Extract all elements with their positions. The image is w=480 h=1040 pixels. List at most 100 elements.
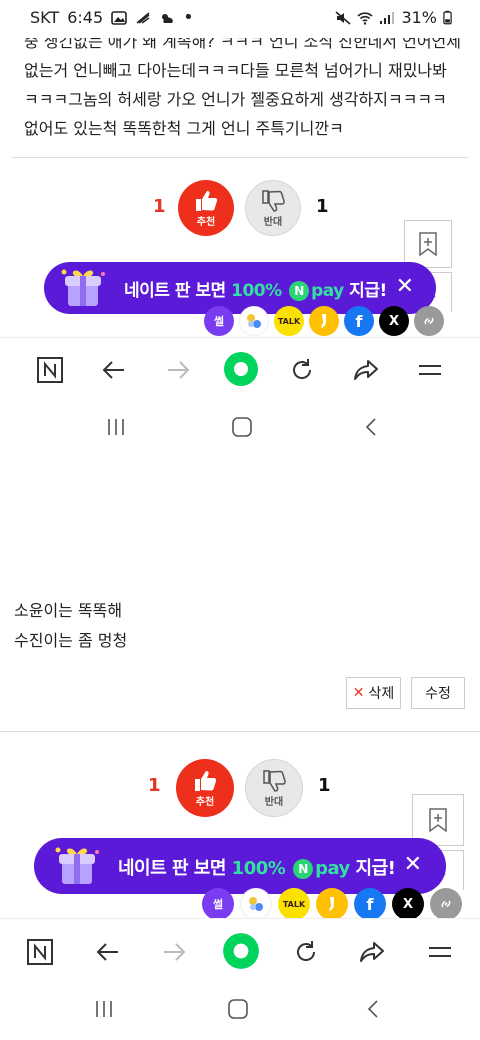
share-row: 썰 TALK f X <box>204 306 444 336</box>
band-share-button[interactable] <box>239 306 269 336</box>
menu-button[interactable] <box>414 354 446 386</box>
facebook-share-button[interactable]: f <box>344 306 374 336</box>
share-arrow-icon <box>354 360 378 380</box>
npay-logo-icon: N <box>293 859 314 879</box>
comment-line: 수진이는 좀 멍청 <box>14 631 128 650</box>
dislike-count: 1 <box>316 196 329 217</box>
band-icon <box>247 314 261 328</box>
share-button[interactable] <box>350 354 382 386</box>
comment-body: 중 생긴없는 애가 왜 계속해? ㅋㅋㅋ 언니 소식 진한데서 언어언제 없는거… <box>24 38 464 138</box>
comment-line: ㅋㅋㅋ그놈의 허세랑 가오 언니가 젤중요하게 생각하지ㅋㅋㅋㅋ <box>24 90 447 109</box>
gallery-icon <box>111 10 127 25</box>
comment-line: 없어도 있는척 똑똑한척 그게 언니 주특기니깐ㅋ <box>24 119 344 138</box>
kakaostory-icon <box>329 897 334 911</box>
system-nav-bar <box>0 984 480 1034</box>
x-share-button[interactable]: X <box>379 306 409 336</box>
kakaotalk-share-button[interactable]: TALK <box>274 306 304 336</box>
battery-icon <box>443 10 452 25</box>
share-row: 썰 TALK f X <box>202 888 462 920</box>
refresh-button[interactable] <box>290 936 322 968</box>
like-label: 추천 <box>196 216 216 228</box>
recent-apps-icon[interactable] <box>104 416 128 438</box>
back-nav-icon[interactable] <box>362 998 386 1020</box>
banner-text: 네이트 판 보면 100% Npay 지급! <box>124 281 387 301</box>
dot-icon: • <box>183 6 194 28</box>
divider <box>0 731 480 732</box>
arrow-right-icon <box>168 361 190 379</box>
like-button[interactable]: 추천 <box>176 759 234 817</box>
green-dot-button[interactable] <box>221 931 261 971</box>
home-icon[interactable] <box>226 998 250 1020</box>
hamburger-icon <box>419 365 441 375</box>
thumbs-down-icon <box>263 769 286 792</box>
banner-close-button[interactable]: ✕ <box>396 274 414 299</box>
bookmark-add-icon <box>429 808 447 833</box>
link-copy-button[interactable] <box>430 888 462 920</box>
edit-button[interactable]: 수정 <box>411 677 465 709</box>
band-share-button[interactable] <box>240 888 272 920</box>
back-button[interactable] <box>92 936 124 968</box>
thumbs-up-icon <box>195 770 217 791</box>
arrow-left-icon <box>102 361 124 379</box>
forward-button[interactable] <box>158 936 190 968</box>
share-arrow-icon <box>360 942 384 962</box>
comment-line: 없는거 언니빼고 다아는데ㅋㅋㅋ다들 모른척 넘어가니 재밌나봐 <box>24 61 447 80</box>
npay-promo-banner[interactable]: 네이트 판 보면 100% Npay 지급! ✕ <box>34 838 446 894</box>
kakaotalk-share-button[interactable]: TALK <box>278 888 310 920</box>
menu-button[interactable] <box>424 936 456 968</box>
refresh-icon <box>293 359 312 379</box>
dislike-label: 반대 <box>263 216 283 228</box>
share-button[interactable] <box>356 936 388 968</box>
home-icon[interactable] <box>230 416 254 438</box>
bookmark-button[interactable] <box>404 220 452 268</box>
arrow-left-icon <box>96 943 118 961</box>
naver-home-button[interactable] <box>24 936 56 968</box>
dislike-label: 반대 <box>264 796 284 808</box>
naver-n-icon <box>27 939 53 965</box>
ssul-share-button[interactable]: 썰 <box>202 888 234 920</box>
kakaostory-share-button[interactable] <box>309 306 339 336</box>
gift-box-icon <box>55 847 99 884</box>
dislike-count: 1 <box>318 775 331 796</box>
ssul-share-button[interactable]: 썰 <box>204 306 234 336</box>
wifi-icon <box>357 11 373 25</box>
arrow-right-icon <box>164 943 186 961</box>
link-copy-button[interactable] <box>414 306 444 336</box>
browser-toolbar <box>0 337 480 401</box>
banner-text: 네이트 판 보면 100% Npay 지급! <box>118 858 396 879</box>
naver-home-button[interactable] <box>34 354 66 386</box>
back-button[interactable] <box>98 354 130 386</box>
battery-percent: 31% <box>401 8 437 27</box>
like-label: 추천 <box>195 796 215 808</box>
refresh-icon <box>297 941 316 961</box>
divider <box>12 157 468 158</box>
dislike-button[interactable]: 반대 <box>245 180 301 236</box>
recent-apps-icon[interactable] <box>92 998 116 1020</box>
wifi-calling-icon <box>136 11 150 24</box>
like-button[interactable]: 추천 <box>178 180 234 236</box>
like-count: 1 <box>148 775 161 796</box>
band-icon <box>249 897 263 911</box>
bookmark-add-icon <box>419 232 437 257</box>
back-nav-icon[interactable] <box>360 416 384 438</box>
kakaostory-share-button[interactable] <box>316 888 348 920</box>
refresh-button[interactable] <box>286 354 318 386</box>
npay-logo-icon: N <box>289 281 310 301</box>
forward-button[interactable] <box>162 354 194 386</box>
banner-close-button[interactable]: ✕ <box>404 852 422 877</box>
status-bar: SKT 6:45 • 31% <box>0 0 480 36</box>
delete-x-icon: ✕ <box>352 685 365 701</box>
green-dot-button[interactable] <box>222 350 260 388</box>
mute-icon <box>335 10 351 25</box>
gift-box-icon <box>61 269 105 306</box>
dislike-button[interactable]: 반대 <box>245 759 303 817</box>
clock: 6:45 <box>67 8 104 27</box>
facebook-share-button[interactable]: f <box>354 888 386 920</box>
green-dot-icon <box>223 933 259 969</box>
like-count: 1 <box>153 196 166 217</box>
green-dot-icon <box>224 352 258 386</box>
delete-button[interactable]: ✕ 삭제 <box>346 677 401 709</box>
x-share-button[interactable]: X <box>392 888 424 920</box>
naver-n-icon <box>37 357 63 383</box>
signal-icon <box>380 11 395 24</box>
